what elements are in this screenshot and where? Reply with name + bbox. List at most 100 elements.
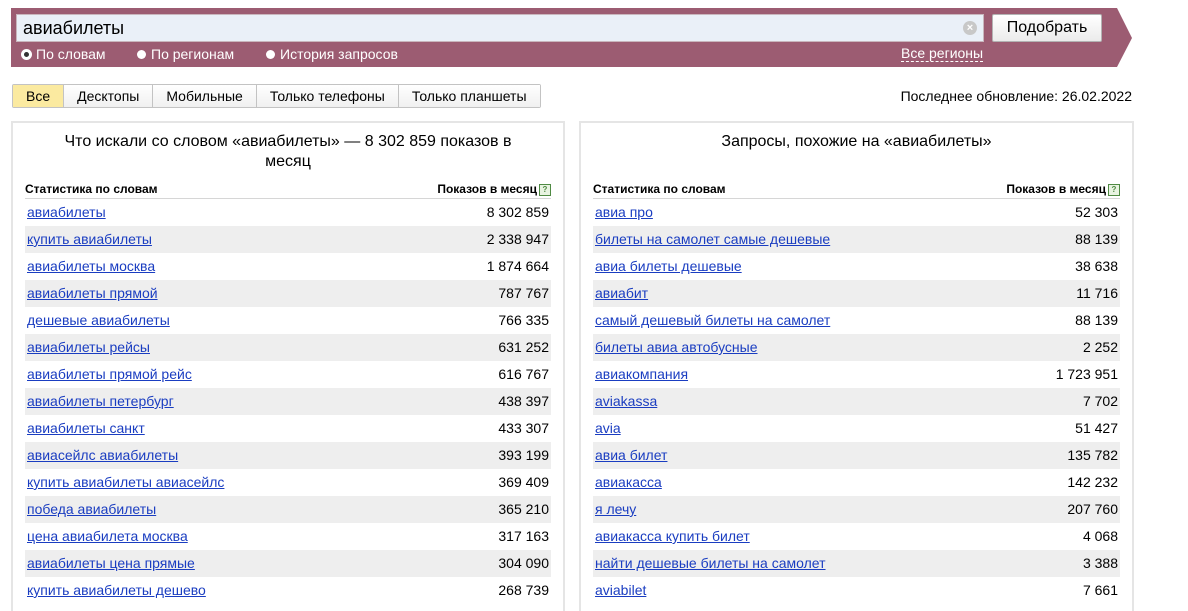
phrase-link[interactable]: билеты авиа автобусные: [595, 334, 758, 361]
submit-button[interactable]: Подобрать: [992, 14, 1102, 42]
impressions-count: 1 874 664: [486, 258, 549, 274]
table-row: avia 51 427: [593, 415, 1120, 442]
impressions-count: 88 139: [1075, 231, 1118, 247]
phrase-link[interactable]: авиасейлс авиабилеты: [27, 442, 178, 469]
help-icon[interactable]: ?: [539, 184, 551, 196]
phrase-link[interactable]: авиабилеты: [27, 199, 106, 226]
table-row: авиа про 52 303: [593, 199, 1120, 226]
table-row: авиакасса 142 232: [593, 469, 1120, 496]
table-header: Статистика по словам Показов в месяц?: [593, 181, 1120, 199]
table-row: авиабит 11 716: [593, 280, 1120, 307]
left-table-body: авиабилеты 8 302 859 купить авиабилеты 2 33…: [25, 199, 551, 604]
right-panel: Запросы, похожие на «авиабилеты» Статист…: [579, 121, 1134, 611]
phrase-link[interactable]: купить авиабилеты авиасейлс: [27, 469, 224, 496]
mode-history-radio[interactable]: История запросов: [266, 46, 398, 62]
phrase-link[interactable]: я лечу: [595, 496, 636, 523]
phrase-link[interactable]: авиабилеты петербург: [27, 388, 174, 415]
impressions-count: 135 782: [1067, 447, 1118, 463]
impressions-count: 52 303: [1075, 204, 1118, 220]
phrase-link[interactable]: авиабилеты прямой рейс: [27, 361, 192, 388]
impressions-count: 369 409: [498, 474, 549, 490]
phrase-link[interactable]: авиабилеты санкт: [27, 415, 145, 442]
clear-icon[interactable]: ×: [963, 21, 977, 35]
phrase-link[interactable]: дешевые авиабилеты: [27, 307, 170, 334]
phrase-link[interactable]: avia: [595, 415, 621, 442]
impressions-count: 438 397: [498, 393, 549, 409]
phrase-link[interactable]: цена авиабилета москва: [27, 523, 188, 550]
impressions-count: 631 252: [498, 339, 549, 355]
table-row: найти дешевые билеты на самолет 3 388: [593, 550, 1120, 577]
phrase-link[interactable]: билеты на самолет самые дешевые: [595, 226, 830, 253]
mode-label: История запросов: [280, 46, 398, 62]
help-icon[interactable]: ?: [1108, 184, 1120, 196]
last-update-text: Последнее обновление: 26.02.2022: [900, 88, 1132, 104]
table-row: авиабилеты цена прямые 304 090: [25, 550, 551, 577]
column-header-phrase: Статистика по словам: [25, 182, 158, 196]
impressions-count: 4 068: [1082, 528, 1118, 544]
phrase-link[interactable]: авиа билеты дешевые: [595, 253, 742, 280]
phrase-link[interactable]: найти дешевые билеты на самолет: [595, 550, 826, 577]
tab-desktops[interactable]: Десктопы: [64, 85, 154, 107]
table-row: авиабилеты петербург 438 397: [25, 388, 551, 415]
impressions-count: 2 252: [1082, 339, 1118, 355]
phrase-link[interactable]: aviakassa: [595, 388, 657, 415]
search-input[interactable]: [16, 14, 984, 42]
impressions-count: 142 232: [1067, 474, 1118, 490]
left-panel: Что искали со словом «авиабилеты» — 8 30…: [11, 121, 565, 611]
impressions-count: 38 638: [1075, 258, 1118, 274]
table-row: купить авиабилеты 2 338 947: [25, 226, 551, 253]
table-row: aviakassa 7 702: [593, 388, 1120, 415]
mode-label: По словам: [36, 46, 106, 62]
impressions-count: 393 199: [498, 447, 549, 463]
impressions-count: 365 210: [498, 501, 549, 517]
impressions-count: 1 723 951: [1055, 366, 1118, 382]
phrase-link[interactable]: победа авиабилеты: [27, 496, 156, 523]
phrase-link[interactable]: купить авиабилеты дешево: [27, 577, 206, 604]
impressions-count: 51 427: [1075, 420, 1118, 436]
impressions-count: 8 302 859: [486, 204, 549, 220]
tab-mobile[interactable]: Мобильные: [153, 85, 257, 107]
phrase-link[interactable]: авиабит: [595, 280, 648, 307]
phrase-link[interactable]: самый дешевый билеты на самолет: [595, 307, 830, 334]
phrase-link[interactable]: авиакасса купить билет: [595, 523, 750, 550]
table-row: дешевые авиабилеты 766 335: [25, 307, 551, 334]
table-row: авиа билет 135 782: [593, 442, 1120, 469]
tab-tablets-only[interactable]: Только планшеты: [398, 85, 540, 107]
table-row: билеты на самолет самые дешевые 88 139: [593, 226, 1120, 253]
table-row: победа авиабилеты 365 210: [25, 496, 551, 523]
impressions-count: 88 139: [1075, 312, 1118, 328]
impressions-count: 7 661: [1082, 582, 1118, 598]
phrase-link[interactable]: авиабилеты цена прямые: [27, 550, 195, 577]
radio-unchecked-icon: [137, 49, 146, 59]
table-row: билеты авиа автобусные 2 252: [593, 334, 1120, 361]
table-row: авиа билеты дешевые 38 638: [593, 253, 1120, 280]
phrase-link[interactable]: авиабилеты рейсы: [27, 334, 150, 361]
table-row: aviabilet 7 661: [593, 577, 1120, 604]
phrase-link[interactable]: авиабилеты москва: [27, 253, 155, 280]
impressions-count: 11 716: [1076, 285, 1118, 301]
impressions-count: 268 739: [498, 582, 549, 598]
radio-unchecked-icon: [266, 49, 275, 59]
panel-title: Запросы, похожие на «авиабилеты»: [721, 133, 992, 150]
mode-by-regions-radio[interactable]: По регионам: [137, 46, 234, 62]
tab-all[interactable]: Все: [13, 85, 65, 107]
mode-by-words-radio[interactable]: По словам: [22, 46, 106, 62]
table-row: самый дешевый билеты на самолет 88 139: [593, 307, 1120, 334]
phrase-link[interactable]: aviabilet: [595, 577, 646, 604]
impressions-count: 304 090: [498, 555, 549, 571]
phrase-link[interactable]: авиакасса: [595, 469, 662, 496]
phrase-link[interactable]: авиа билет: [595, 442, 667, 469]
phrase-link[interactable]: авиабилеты прямой: [27, 280, 158, 307]
phrase-link[interactable]: купить авиабилеты: [27, 226, 152, 253]
table-header: Статистика по словам Показов в месяц?: [25, 181, 551, 199]
table-row: авиабилеты санкт 433 307: [25, 415, 551, 442]
column-header-phrase: Статистика по словам: [593, 182, 726, 196]
table-row: купить авиабилеты авиасейлс 369 409: [25, 469, 551, 496]
tab-phones-only[interactable]: Только телефоны: [256, 85, 399, 107]
table-row: цена авиабилета москва 317 163: [25, 523, 551, 550]
all-regions-link[interactable]: Все регионы: [901, 46, 984, 62]
table-row: авиасейлс авиабилеты 393 199: [25, 442, 551, 469]
phrase-link[interactable]: авиакомпания: [595, 361, 688, 388]
radio-checked-icon: [22, 49, 31, 59]
phrase-link[interactable]: авиа про: [595, 199, 653, 226]
